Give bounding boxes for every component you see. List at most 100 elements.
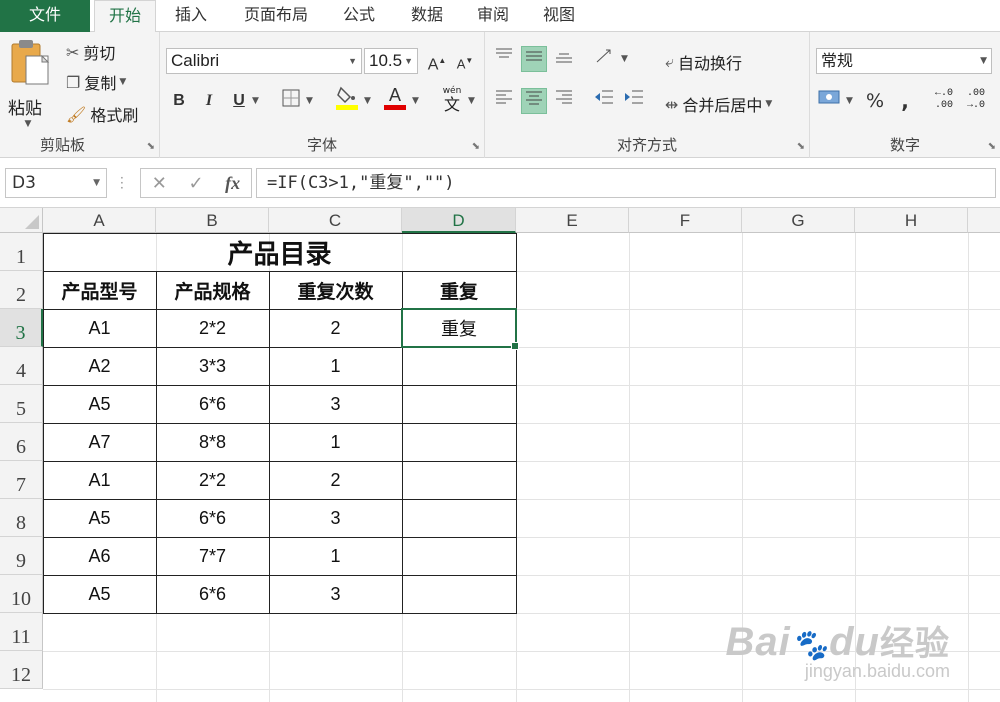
cell-b5[interactable]: 6*6 [156, 385, 269, 423]
row-header-1[interactable]: 1 [0, 233, 43, 271]
tab-data[interactable]: 数据 [396, 0, 458, 32]
number-format-select[interactable]: 常规 ▼ [816, 48, 992, 74]
accounting-dropdown-icon[interactable]: ▼ [846, 96, 853, 106]
column-header-a[interactable]: A [43, 208, 156, 233]
cell-d4[interactable] [402, 347, 516, 385]
comma-style-button[interactable]: , [892, 88, 918, 114]
font-color-dropdown-icon[interactable]: ▼ [412, 96, 419, 106]
cell-d5[interactable] [402, 385, 516, 423]
number-format-dropdown-icon[interactable]: ▼ [980, 49, 987, 73]
formula-bar-grip-icon[interactable]: · · · [120, 172, 124, 194]
row-header-4[interactable]: 4 [0, 347, 43, 385]
column-header-h[interactable]: H [855, 208, 968, 233]
align-center-button[interactable] [521, 88, 547, 114]
cell-b6[interactable]: 8*8 [156, 423, 269, 461]
font-size-dropdown-icon[interactable]: ▼ [404, 49, 413, 73]
cell-d2-header[interactable]: 重复 [402, 271, 516, 309]
cell-d8[interactable] [402, 499, 516, 537]
cell-d10[interactable] [402, 575, 516, 613]
tab-review[interactable]: 审阅 [462, 0, 524, 32]
column-header-partial[interactable] [968, 208, 1000, 233]
row-header-7[interactable]: 7 [0, 461, 43, 499]
cell-a8[interactable]: A5 [43, 499, 156, 537]
cell-c4[interactable]: 1 [269, 347, 402, 385]
cell-c2-header[interactable]: 重复次数 [269, 271, 402, 309]
paste-button[interactable]: 粘贴 ▼ [8, 38, 58, 134]
row-header-5[interactable]: 5 [0, 385, 43, 423]
border-dropdown-icon[interactable]: ▼ [306, 96, 313, 106]
number-launcher-icon[interactable]: ⬊ [988, 141, 996, 152]
tab-file[interactable]: 文件 [0, 0, 90, 32]
tab-formulas[interactable]: 公式 [328, 0, 390, 32]
bold-button[interactable]: B [166, 88, 192, 114]
clipboard-launcher-icon[interactable]: ⬊ [147, 141, 155, 152]
cell-a3[interactable]: A1 [43, 309, 156, 347]
align-right-button[interactable] [551, 88, 577, 114]
phonetic-guide-button[interactable]: wén 文 [438, 86, 466, 114]
shrink-font-button[interactable]: A▼ [452, 48, 478, 74]
align-left-button[interactable] [491, 88, 517, 114]
cell-b10[interactable]: 6*6 [156, 575, 269, 613]
font-name-select[interactable]: Calibri ▼ [166, 48, 362, 74]
cancel-icon[interactable]: ✕ [152, 173, 167, 194]
select-all-button[interactable] [0, 208, 43, 233]
column-header-b[interactable]: B [156, 208, 269, 233]
row-header-10[interactable]: 10 [0, 575, 43, 613]
align-top-button[interactable] [491, 46, 517, 72]
wrap-text-button[interactable]: ⤶ 自动换行 [665, 50, 742, 74]
cell-d7[interactable] [402, 461, 516, 499]
merge-dropdown-icon[interactable]: ▼ [765, 99, 772, 109]
row-header-11[interactable]: 11 [0, 613, 43, 651]
cell-b7[interactable]: 2*2 [156, 461, 269, 499]
column-header-c[interactable]: C [269, 208, 402, 233]
cell-d6[interactable] [402, 423, 516, 461]
copy-dropdown-icon[interactable]: ▼ [119, 77, 126, 87]
cell-a6[interactable]: A7 [43, 423, 156, 461]
decrease-decimal-button[interactable]: .00 →.0 [962, 88, 990, 112]
cell-c8[interactable]: 3 [269, 499, 402, 537]
cell-b2-header[interactable]: 产品规格 [156, 271, 269, 309]
cell-a1-title[interactable]: 产品目录 [43, 233, 516, 271]
underline-button[interactable]: U [226, 88, 252, 114]
cell-a9[interactable]: A6 [43, 537, 156, 575]
insert-function-icon[interactable]: fx [225, 173, 240, 194]
cell-b8[interactable]: 6*6 [156, 499, 269, 537]
row-header-9[interactable]: 9 [0, 537, 43, 575]
row-header-8[interactable]: 8 [0, 499, 43, 537]
row-header-2[interactable]: 2 [0, 271, 43, 309]
cell-b3[interactable]: 2*2 [156, 309, 269, 347]
underline-dropdown-icon[interactable]: ▼ [252, 96, 259, 106]
cell-d9[interactable] [402, 537, 516, 575]
cell-a7[interactable]: A1 [43, 461, 156, 499]
tab-view[interactable]: 视图 [528, 0, 590, 32]
cell-c7[interactable]: 2 [269, 461, 402, 499]
grow-font-button[interactable]: A▲ [424, 48, 450, 74]
merge-center-button[interactable]: ⇹ 合并后居中 ▼ [665, 92, 772, 116]
alignment-launcher-icon[interactable]: ⬊ [797, 141, 805, 152]
fill-color-button[interactable] [334, 84, 360, 110]
cell-c3[interactable]: 2 [269, 309, 402, 347]
cell-a2-header[interactable]: 产品型号 [43, 271, 156, 309]
tab-page-layout[interactable]: 页面布局 [228, 0, 324, 32]
fill-color-dropdown-icon[interactable]: ▼ [364, 96, 371, 106]
increase-indent-button[interactable] [621, 88, 647, 114]
font-launcher-icon[interactable]: ⬊ [472, 141, 480, 152]
decrease-indent-button[interactable] [591, 88, 617, 114]
column-header-f[interactable]: F [629, 208, 742, 233]
cut-button[interactable]: ✂ 剪切 [66, 40, 115, 64]
font-size-select[interactable]: 10.5 ▼ [364, 48, 418, 74]
tab-home[interactable]: 开始 [94, 0, 156, 33]
accounting-format-button[interactable] [816, 88, 842, 114]
name-box[interactable]: D3 ▼ [5, 168, 107, 198]
italic-button[interactable]: I [196, 88, 222, 114]
font-name-dropdown-icon[interactable]: ▼ [348, 49, 357, 73]
row-header-12[interactable]: 12 [0, 651, 43, 689]
align-middle-button[interactable] [521, 46, 547, 72]
cell-a10[interactable]: A5 [43, 575, 156, 613]
cell-a5[interactable]: A5 [43, 385, 156, 423]
paste-dropdown-icon[interactable]: ▼ [8, 119, 48, 129]
orientation-button[interactable] [591, 46, 617, 72]
format-painter-button[interactable]: 🖌 格式刷 [66, 102, 138, 126]
orientation-dropdown-icon[interactable]: ▼ [621, 54, 628, 64]
column-header-d[interactable]: D [402, 208, 516, 233]
